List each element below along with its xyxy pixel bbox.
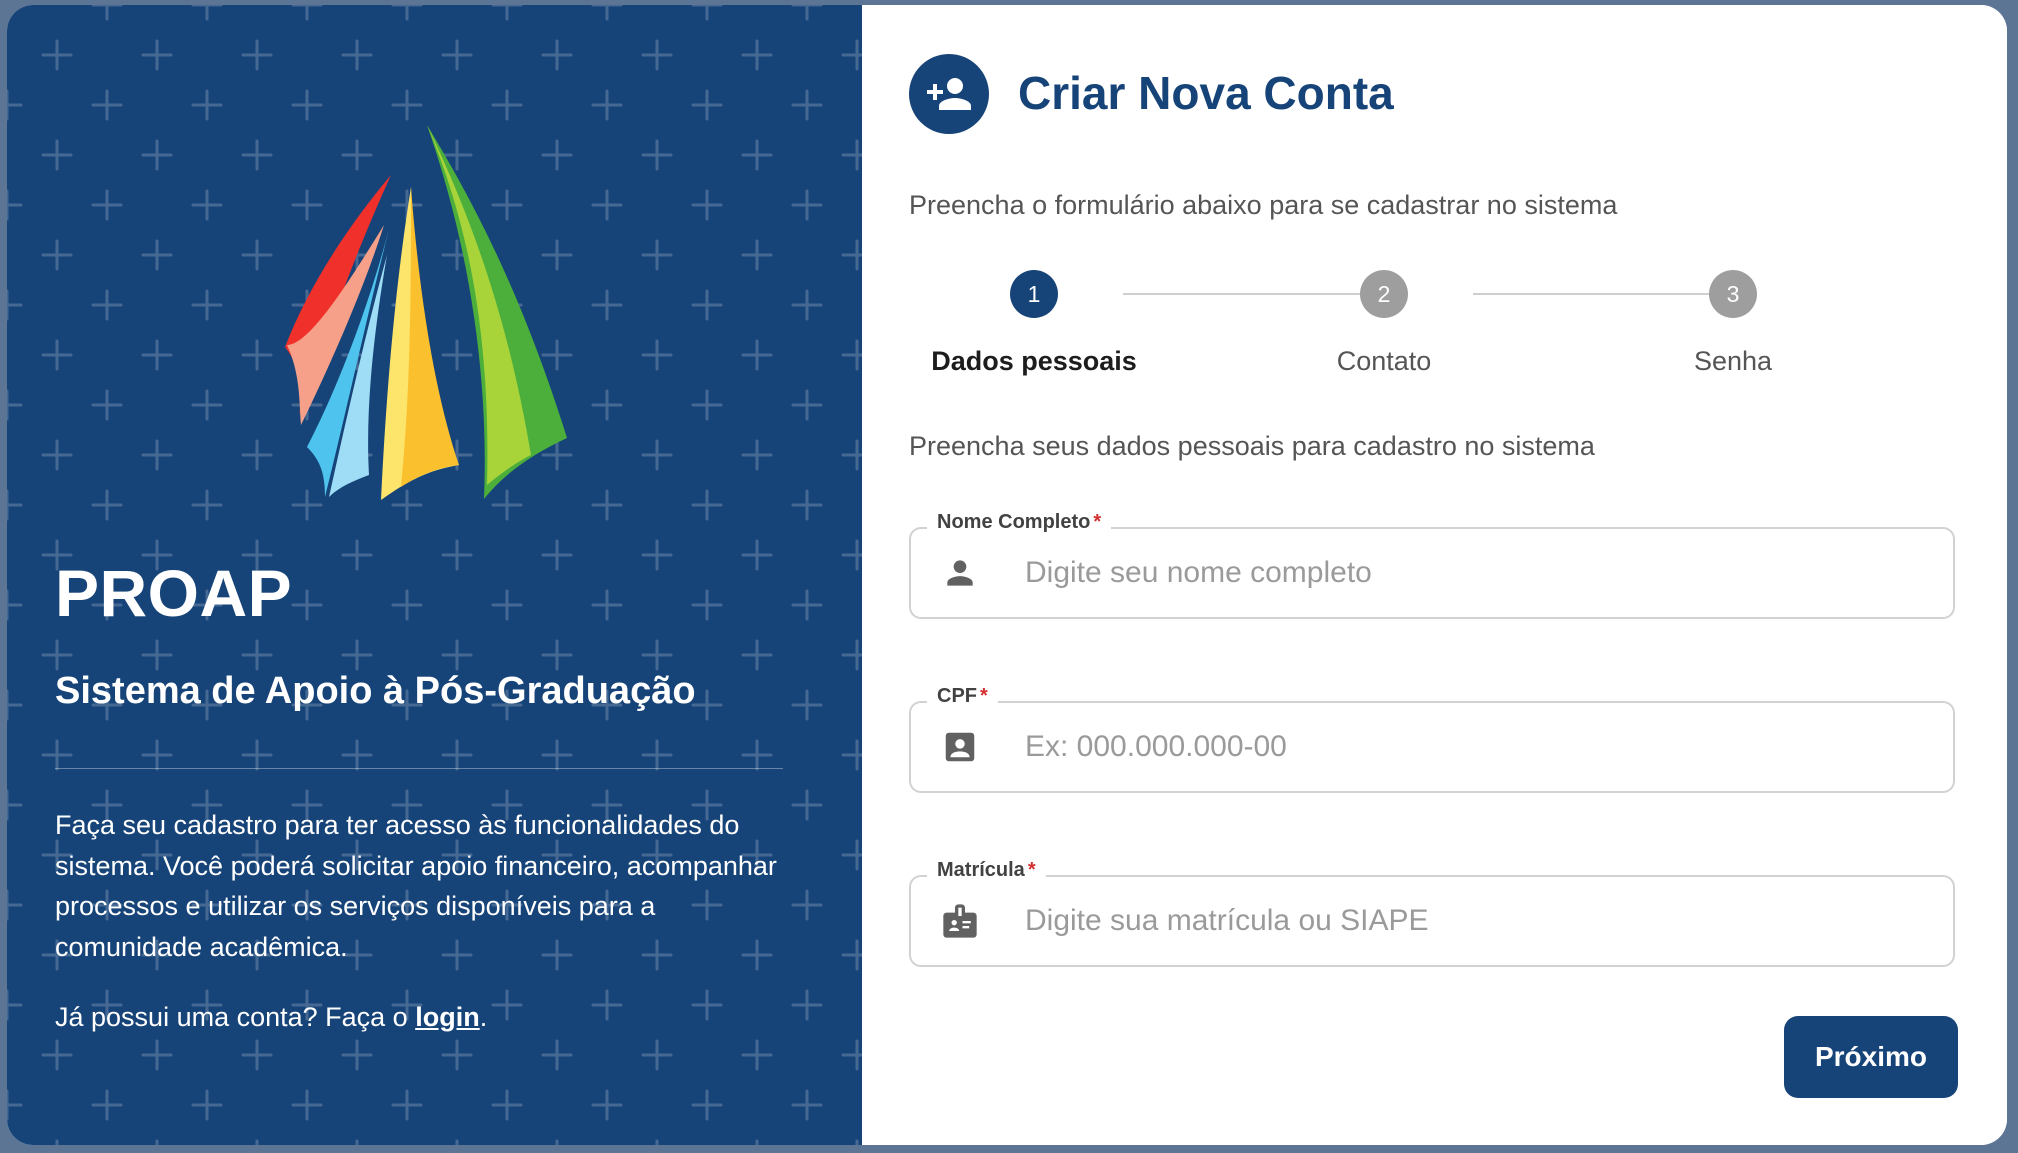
next-button[interactable]: Próximo [1784,1016,1958,1098]
required-mark: * [980,685,988,707]
cpf-label-text: CPF [937,685,977,707]
badge-icon [939,900,981,942]
login-prompt: Já possui uma conta? Faça o login. [55,997,487,1037]
step-number: 2 [1360,270,1408,318]
proap-sails-logo [285,125,567,500]
brand-divider [55,768,783,769]
login-prompt-suffix: . [479,1002,488,1032]
section-instructions: Preencha seus dados pessoais para cadast… [909,431,1595,461]
step-password[interactable]: 3 Senha [1608,270,1858,378]
step-label: Senha [1693,346,1773,376]
form-panel: Criar Nova Conta Preencha o formulário a… [862,5,2007,1145]
login-link[interactable]: login [415,1002,479,1032]
login-prompt-text: Já possui uma conta? Faça o [55,1002,416,1032]
brand-title: PROAP [55,556,293,630]
cpf-field: CPF * [909,682,1955,793]
person-icon [939,552,981,594]
step-label: Contato [1336,346,1432,376]
full-name-field: Nome Completo * [909,508,1955,619]
registration-number-label-text: Matrícula [937,859,1025,881]
cpf-label: CPF * [927,682,998,710]
brand-subtitle: Sistema de Apoio à Pós-Graduação [55,670,696,712]
required-mark: * [1093,511,1102,533]
step-personal-data[interactable]: 1 Dados pessoais [909,270,1159,378]
person-add-icon [909,54,989,134]
page-title: Criar Nova Conta [1018,67,1394,119]
registration-stepper: 1 Dados pessoais 2 Contato 3 Senha [909,270,1959,390]
brand-description: Faça seu cadastro para ter acesso às fun… [55,810,777,962]
step-contact[interactable]: 2 Contato [1259,270,1509,378]
registration-number-input[interactable] [1023,890,1953,952]
step-number: 1 [1010,270,1058,318]
full-name-input[interactable] [1023,542,1953,604]
step-number: 3 [1709,270,1757,318]
full-name-label-text: Nome Completo [937,511,1091,533]
signup-card: PROAP Sistema de Apoio à Pós-Graduação F… [7,5,2007,1145]
registration-number-field: Matrícula * [909,856,1955,967]
cpf-input[interactable] [1023,716,1953,778]
full-name-label: Nome Completo * [927,508,1112,536]
page-subtitle: Preencha o formulário abaixo para se cad… [909,190,1618,220]
step-label: Dados pessoais [931,346,1137,376]
registration-number-label: Matrícula * [927,856,1046,884]
id-card-icon [939,726,981,768]
brand-panel: PROAP Sistema de Apoio à Pós-Graduação F… [7,5,862,1145]
required-mark: * [1027,859,1036,881]
